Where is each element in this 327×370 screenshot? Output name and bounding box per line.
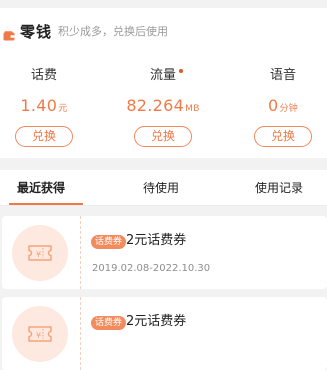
svg-text:¥: ¥	[36, 331, 41, 340]
wallet-subtitle: 积少成多，兑换后使用	[58, 25, 169, 38]
coupon-card[interactable]: ¥ 话费券 2元话费券 2019.02.08-2022.10.30	[2, 216, 327, 289]
balance-label: 话费	[30, 68, 57, 83]
wallet-header: 零钱 积少成多，兑换后使用	[0, 22, 169, 41]
balance-label: 语音	[269, 68, 296, 83]
tab-usage-history[interactable]: 使用记录	[255, 179, 303, 197]
tab-recently-earned[interactable]: 最近获得	[17, 179, 65, 197]
balance-data: 流量 82.264MB 兑换	[118, 64, 208, 147]
coupon-divider	[80, 216, 81, 289]
coupon-icon-bg: ¥	[12, 306, 68, 362]
balance-value: 0分钟	[267, 96, 299, 115]
exchange-button-voice[interactable]: 兑换	[254, 126, 312, 147]
ticket-yuan-icon: ¥	[28, 326, 52, 342]
balance-phone-credit: 话费 1.40元 兑换	[0, 64, 89, 147]
coupon-divider	[80, 297, 81, 370]
coupon-title: 2元话费券	[126, 314, 187, 329]
tab-pending-use[interactable]: 待使用	[143, 179, 179, 197]
coupon-card[interactable]: ¥ 话费券 2元话费券	[2, 297, 327, 370]
balance-voice: 语音 0分钟 兑换	[238, 64, 327, 147]
balance-value: 1.40元	[20, 96, 68, 115]
exchange-button-phone-credit[interactable]: 兑换	[15, 126, 73, 147]
coupon-icon-bg: ¥	[12, 225, 68, 281]
balance-value: 82.264MB	[126, 96, 200, 115]
coupon-validity-date: 2019.02.08-2022.10.30	[92, 263, 211, 274]
section-gap	[0, 158, 327, 170]
ticket-yuan-icon: ¥	[28, 245, 52, 261]
new-dot-badge	[179, 69, 183, 73]
wallet-card: 零钱 积少成多，兑换后使用 话费 1.40元 兑换 流量 82.264MB 兑换…	[0, 8, 327, 158]
svg-text:¥: ¥	[36, 250, 41, 259]
list-gap	[0, 206, 327, 216]
tab-bar: 最近获得 待使用 使用记录	[0, 170, 327, 206]
coupon-type-badge: 话费券	[91, 316, 127, 330]
balances-row: 话费 1.40元 兑换 流量 82.264MB 兑换 语音 0分钟 兑换	[0, 64, 327, 154]
wallet-icon	[3, 26, 15, 41]
top-strip	[0, 0, 327, 8]
wallet-title: 零钱	[20, 22, 53, 41]
coupon-type-badge: 话费券	[91, 235, 127, 249]
exchange-button-data[interactable]: 兑换	[134, 126, 192, 147]
coupon-title: 2元话费券	[126, 233, 187, 248]
balance-label: 流量	[150, 67, 183, 85]
